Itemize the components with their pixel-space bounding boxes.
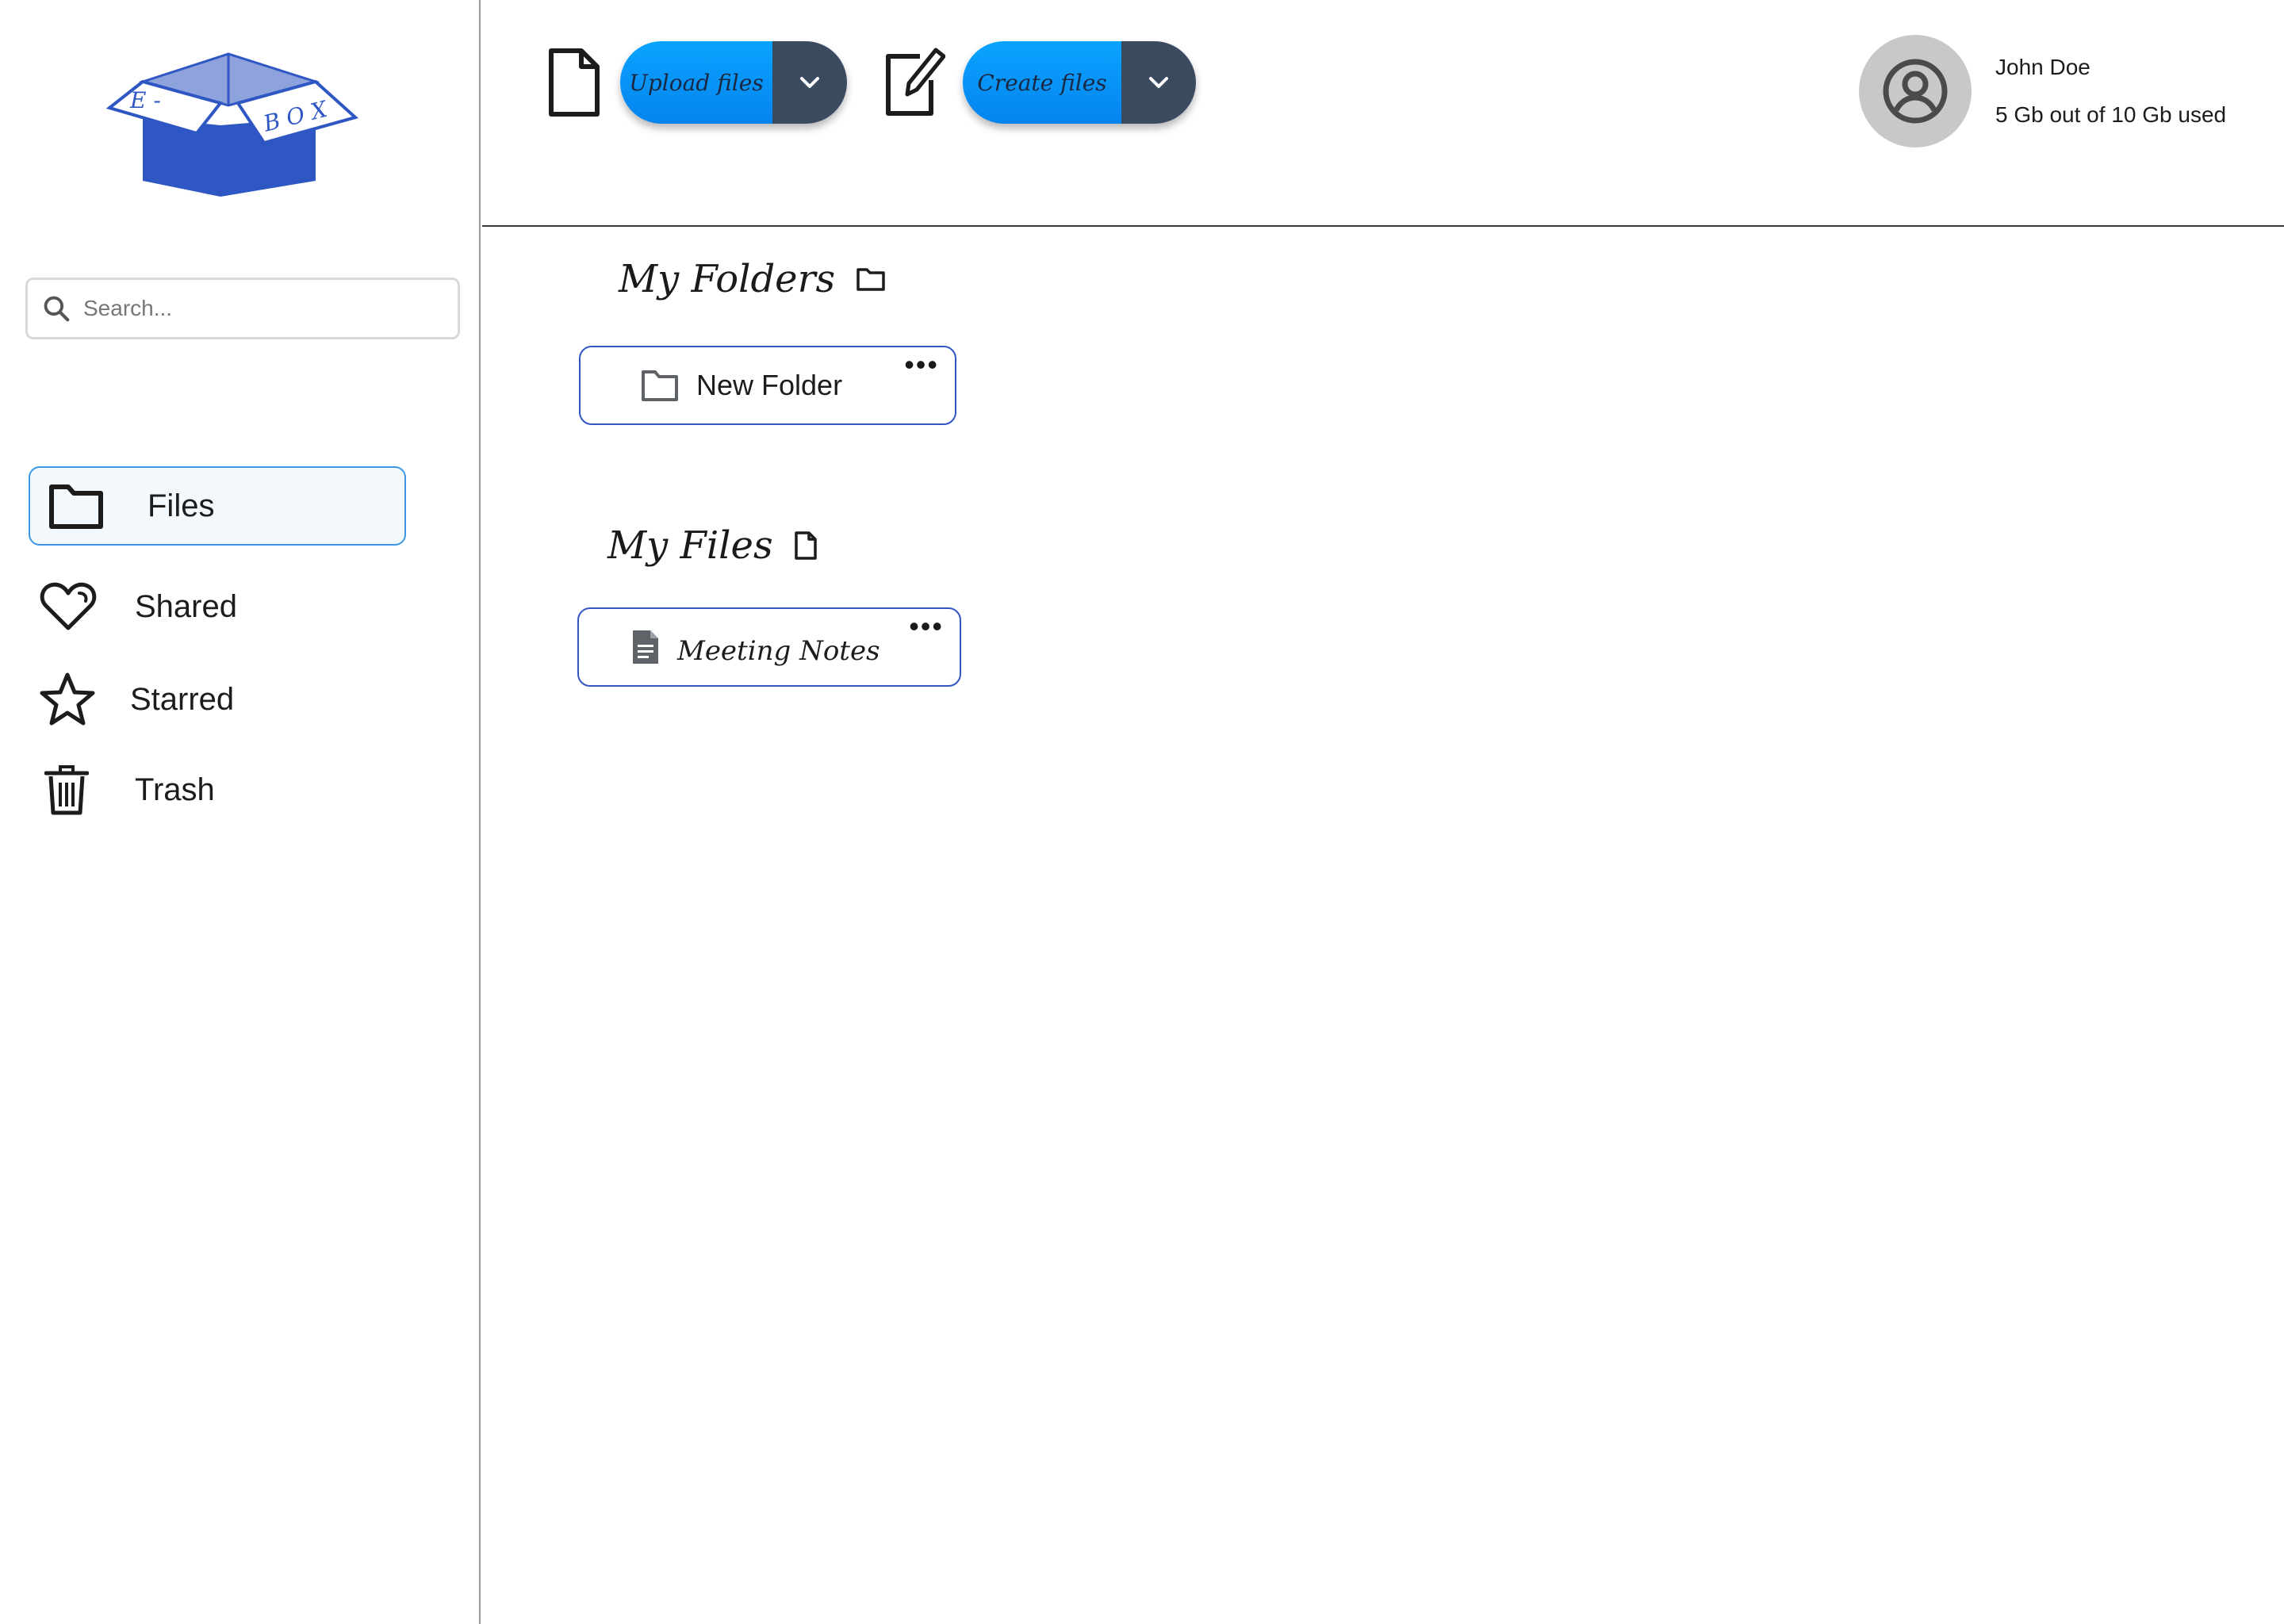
search-box[interactable] (25, 278, 460, 339)
sidebar-item-files[interactable]: Files (29, 466, 406, 546)
create-dropdown-button[interactable] (1121, 41, 1196, 124)
create-files-label: Create files (977, 69, 1107, 96)
top-bar: Upload files Create files John Doe 5 Gb … (482, 0, 2284, 227)
more-options-icon[interactable]: ••• (904, 350, 939, 379)
my-files-title: My Files (607, 523, 818, 568)
avatar[interactable] (1859, 35, 1972, 147)
folder-icon (856, 266, 886, 292)
sidebar-item-starred[interactable]: Starred (40, 671, 234, 728)
upload-files-split-button: Upload files (620, 41, 847, 124)
edit-icon[interactable] (885, 44, 945, 117)
folder-icon (48, 481, 105, 531)
star-icon (40, 672, 95, 727)
create-files-split-button: Create files (963, 41, 1196, 124)
file-card[interactable]: Meeting Notes ••• (577, 607, 961, 687)
search-input[interactable] (82, 295, 431, 322)
sidebar-item-trash[interactable]: Trash (44, 761, 215, 818)
trash-icon (44, 764, 89, 816)
user-icon (1883, 59, 1948, 124)
user-info: John Doe 5 Gb out of 10 Gb used (1995, 55, 2226, 128)
folder-icon (641, 369, 679, 402)
create-files-button[interactable]: Create files (963, 41, 1121, 124)
document-icon (631, 629, 660, 665)
sidebar-item-label: Trash (135, 772, 215, 807)
file-icon (794, 530, 818, 561)
file-upload-icon[interactable] (546, 46, 603, 119)
my-files-label: My Files (607, 523, 773, 568)
file-name: Meeting Notes (677, 635, 880, 667)
more-options-icon[interactable]: ••• (909, 612, 944, 641)
sidebar-item-label: Starred (130, 681, 235, 717)
ebox-logo[interactable]: E - B O X (102, 46, 360, 205)
upload-files-label: Upload files (629, 69, 764, 96)
heart-icon (40, 580, 97, 633)
my-folders-label: My Folders (619, 257, 836, 301)
sidebar-item-label: Files (148, 488, 215, 523)
search-icon (40, 293, 72, 324)
folder-name: New Folder (696, 369, 843, 401)
my-folders-title: My Folders (619, 257, 886, 301)
sidebar-item-shared[interactable]: Shared (40, 579, 237, 634)
folder-card[interactable]: New Folder ••• (579, 346, 956, 425)
sidebar: E - B O X Files Shared (0, 0, 481, 1624)
user-name: John Doe (1995, 55, 2090, 79)
storage-usage: 5 Gb out of 10 Gb used (1995, 102, 2227, 127)
logo-text-left: E - (129, 87, 161, 113)
chevron-down-icon (1148, 75, 1170, 90)
chevron-down-icon (799, 75, 821, 90)
user-profile[interactable]: John Doe 5 Gb out of 10 Gb used (1859, 35, 2226, 147)
sidebar-item-label: Shared (135, 588, 237, 624)
upload-dropdown-button[interactable] (772, 41, 847, 124)
upload-files-button[interactable]: Upload files (620, 41, 772, 124)
